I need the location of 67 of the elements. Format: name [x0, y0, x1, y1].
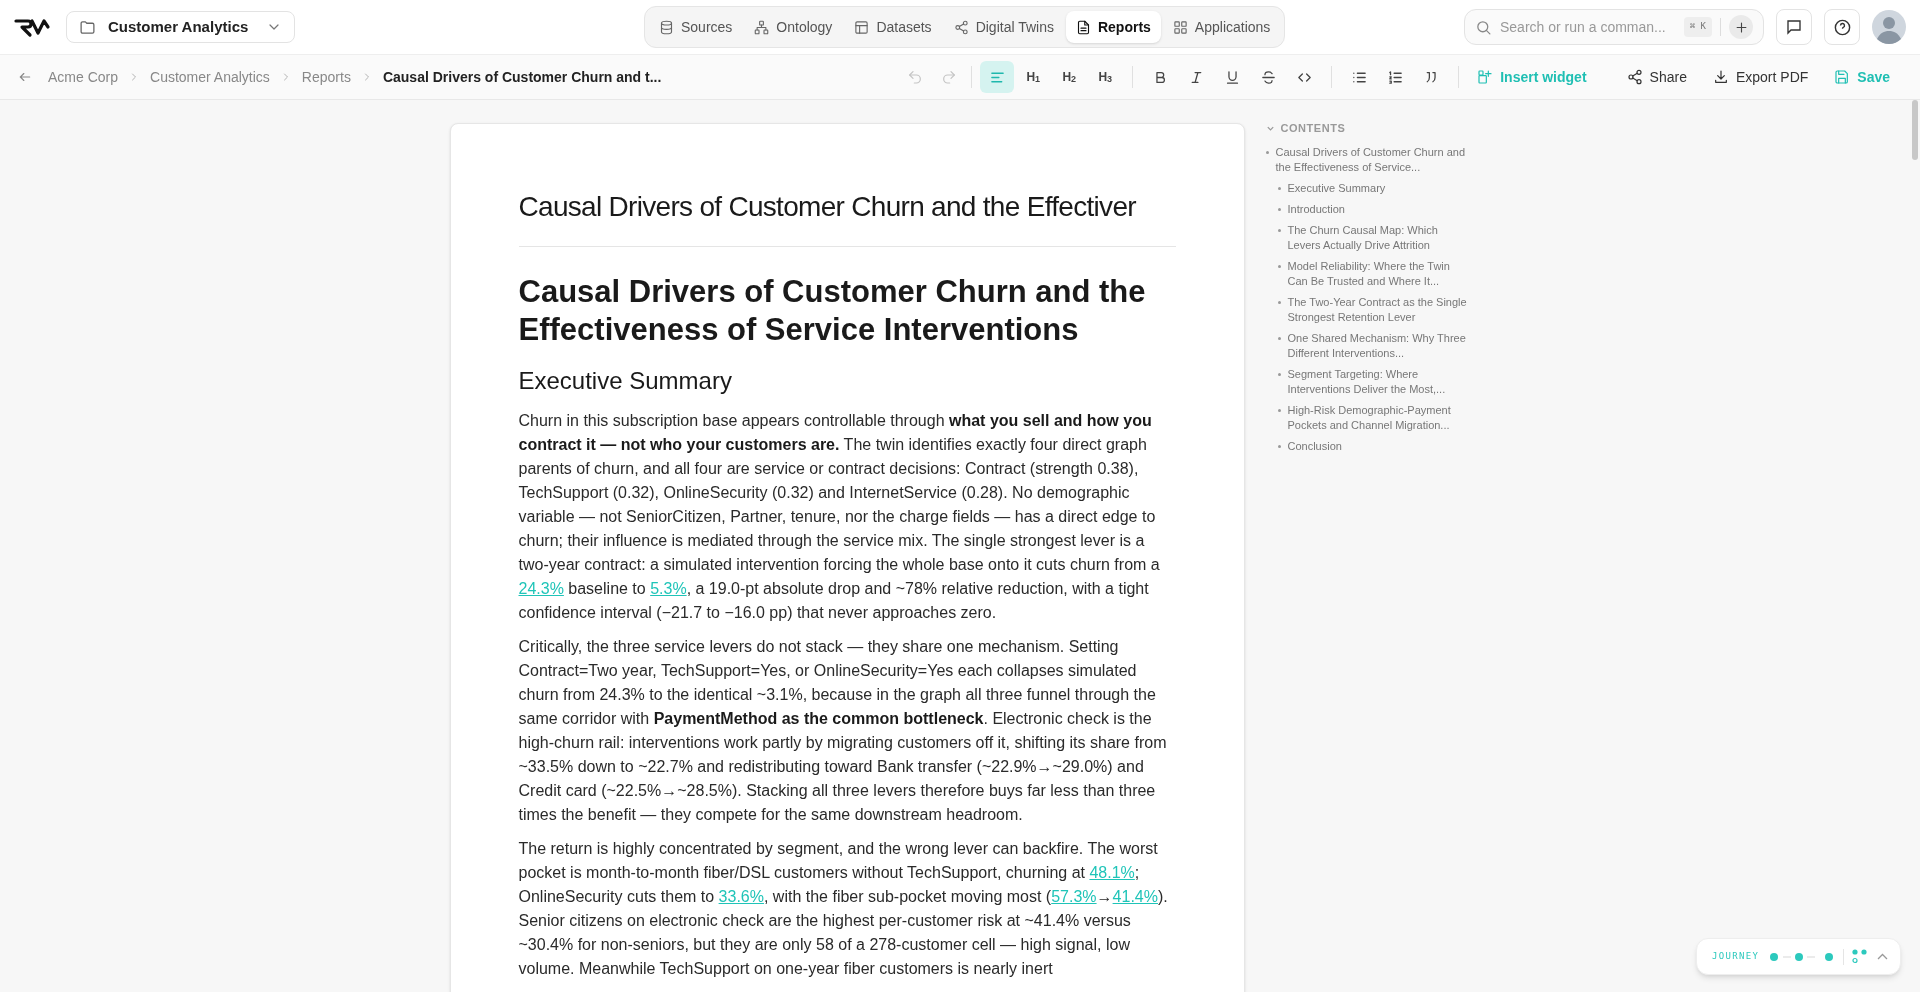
nav-tab[interactable]: Reports [1065, 11, 1161, 43]
grid-icon [1172, 19, 1188, 35]
contents-link[interactable]: Executive Summary [1287, 180, 1386, 196]
back-arrow-icon[interactable] [18, 70, 32, 84]
table-icon [854, 19, 870, 35]
paragraph: Critically, the three service levers do not stack — they share one mechanism. Setting Contract=Two year, TechSupport=Yes, or OnlineSecurity=Yes each collapses simulated churn from 24.3% to the identical ~3.1%, because in the graph all three funnel through the same corridor with PaymentMethod as the common bottleneck. Electronic check is the high-churn rail: interventions work partly by migrating customers off it, shifting its share from ~33.5% down to ~22.7% and redistributing toward Bank transfer (~22.9%→~29.0%) and Credit card (~22.5%→~28.5%). Stacking all three levers therefore buys far less than three times the benefit — they compete for the same downstream headroom. [518, 637, 1168, 825]
contents-link[interactable]: The Churn Causal Map: Which Levers Actually Drive Attrition [1287, 222, 1471, 253]
contents-heading: CONTENTS [1280, 121, 1346, 136]
nav-tab[interactable]: Applications [1162, 11, 1281, 43]
dots-icon [1852, 949, 1869, 964]
heading-button[interactable]: H$_{1}$ [1016, 61, 1051, 93]
folder-icon [79, 18, 96, 36]
document-heading: Causal Drivers of Customer Churn and the Effectiveness of Service Interventions [518, 273, 1147, 349]
undo-icon [907, 69, 924, 85]
progress-steps-icon [1769, 951, 1836, 962]
contents-link[interactable]: One Shared Mechanism: Why Three Different Interventions... [1287, 330, 1471, 361]
heading-button[interactable]: H$_{2}$ [1052, 61, 1087, 93]
logo-icon [14, 16, 52, 38]
scrollbar-thumb[interactable] [1912, 100, 1918, 160]
align-left-button[interactable] [980, 61, 1015, 93]
project-selector[interactable]: Customer Analytics [66, 11, 296, 43]
nav-tab[interactable]: Sources [648, 11, 743, 43]
contents-link[interactable]: Introduction [1287, 201, 1345, 217]
document-title[interactable]: Causal Drivers of Customer Churn and the Effectiver [518, 186, 1176, 247]
heading-button[interactable]: H$_{3}$ [1088, 61, 1123, 93]
download-button[interactable]: Export PDF [1702, 61, 1819, 93]
share-icon [1626, 69, 1643, 85]
download-icon [1712, 69, 1729, 85]
contents-link[interactable]: Conclusion [1287, 438, 1342, 454]
shortcut-hint: ⌘ K [1683, 17, 1712, 37]
help-button[interactable] [1824, 9, 1860, 45]
contents-link[interactable]: Model Reliability: Where the Twin Can Be Trusted and Where It... [1287, 258, 1471, 289]
hierarchy-icon [754, 19, 770, 35]
paragraph: The return is highly concentrated by segment, and the wrong lever can backfire. The worst pocket is month-to-month fiber/DSL customers without TechSupport, churning at 48.1%; OnlineSecurity cuts them to 33.6%, with the fiber sub-pocket moving most (57.3%→41.4%). Senior citizens on electronic check are the highest per-customer risk at ~41.4% versus ~30.4% for non-seniors, but they are only 58 of a 278-customer cell — high signal, low volume. Meanwhile TechSupport on one-year fiber customers is nearly inert [518, 839, 1169, 979]
help-icon [1832, 17, 1852, 37]
avatar[interactable] [1872, 10, 1906, 44]
chat-button[interactable] [1776, 9, 1812, 45]
breadcrumb-link[interactable]: Customer Analytics [150, 66, 270, 88]
strikethrough-icon [1259, 68, 1277, 86]
paragraph: Churn in this subscription base appears controllable through what you sell and how you contract it — not who your customers are. The twin identifies exactly four direct graph parents of churn, and all four are service or contract decisions: Contract (strength 0.38), TechSupport (0.32), OnlineSecurity (0.32) and InternetService (0.28). No demographic variable — not SeniorCitizen, Partner, tenure, nor the charge fields — has a direct edge to churn; their influence is mediated through the service mix. The single strongest lever is a two-year contract: a simulated intervention forcing the whole base onto it cuts churn from a 24.3% baseline to 5.3%, a 19.0-pt absolute drop and ~78% relative reduction, with a tight confidence interval (−21.7 to −16.0 pp) that never approaches zero. [518, 411, 1161, 623]
search-field[interactable]: Search or run a comman... ⌘ K [1464, 9, 1764, 45]
journey-label: JOURNEY [1712, 949, 1760, 963]
nav-tab[interactable]: Datasets [844, 11, 942, 43]
widget-icon [1477, 69, 1494, 85]
plus-icon [1733, 19, 1749, 35]
chat-icon [1785, 18, 1803, 36]
share-icon [953, 19, 969, 35]
chevron-up-icon[interactable] [1877, 953, 1888, 960]
nav-tab[interactable]: Ontology [744, 11, 843, 43]
contents-link[interactable]: Segment Targeting: Where Interventions Deliver the Most,... [1287, 366, 1471, 397]
contents-link[interactable]: High-Risk Demographic-Payment Pockets and Channel Migration... [1287, 402, 1471, 433]
add-button[interactable] [1729, 15, 1753, 39]
numbered-list-icon [1386, 68, 1404, 86]
search-icon [1475, 18, 1492, 36]
contents-link[interactable]: The Two-Year Contract as the Single Strongest Retention Lever [1287, 294, 1471, 325]
nav-tab[interactable]: Digital Twins [943, 11, 1064, 43]
contents-link[interactable]: Causal Drivers of Customer Churn and the Effectiveness of Service... [1275, 144, 1471, 175]
save-icon [1834, 69, 1851, 85]
document-icon [1075, 19, 1091, 35]
redo-icon [941, 69, 958, 85]
section-heading: Executive Summary [518, 366, 733, 396]
share-button[interactable]: Share [1616, 61, 1697, 93]
breadcrumb-link[interactable]: Acme Corp [48, 66, 119, 88]
breadcrumb-link[interactable]: Causal Drivers of Customer Churn and t... [382, 66, 662, 88]
search-input[interactable]: Search or run a comman... [1500, 16, 1676, 38]
database-icon [658, 19, 674, 35]
breadcrumb-link[interactable]: Reports [301, 66, 351, 88]
